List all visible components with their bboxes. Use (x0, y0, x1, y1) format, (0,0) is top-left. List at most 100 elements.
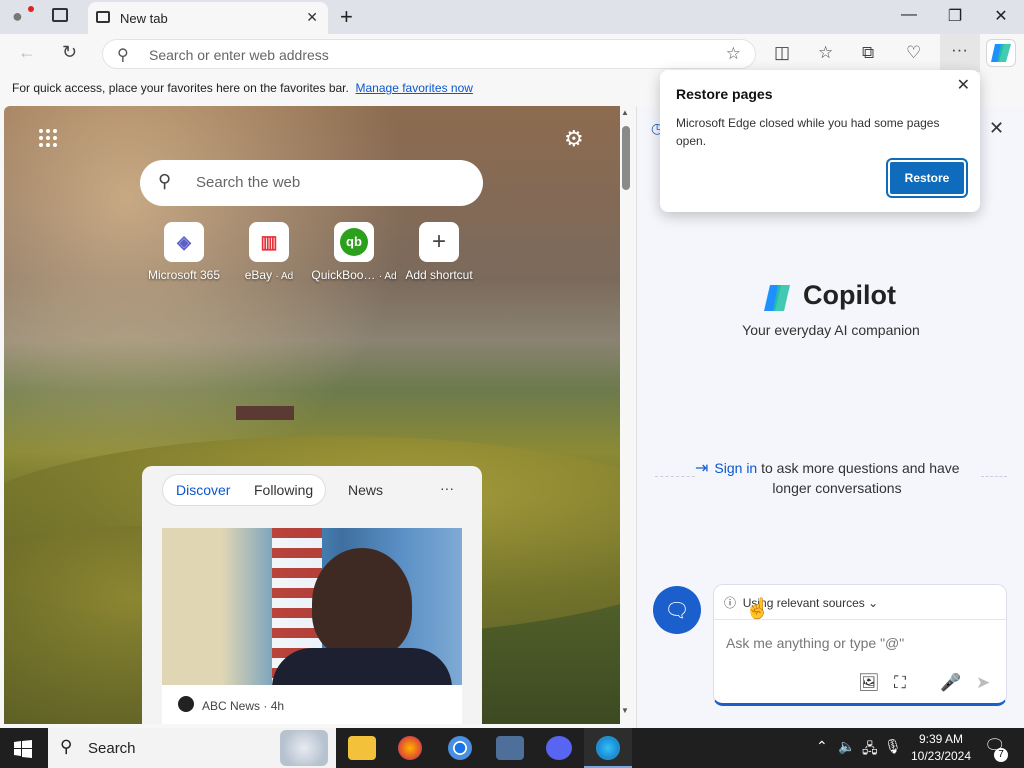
chevron-down-icon: ⌄ (868, 596, 879, 610)
manage-favorites-link[interactable]: Manage favorites now (356, 81, 473, 95)
add-image-icon[interactable]: 🖼 (858, 673, 880, 693)
edge-icon (596, 736, 620, 760)
news-time: · 4h (263, 699, 285, 713)
taskbar: ⚲ Search ⌃ 🔈 🖧 🎙 9:39 AM 10/23/2024 🗨 7 (0, 728, 1024, 768)
tab-title: New tab (120, 11, 168, 26)
tab-news[interactable]: News (348, 482, 383, 498)
favorites-bar-hint: For quick access, place your favorites h… (12, 81, 349, 95)
taskbar-clock[interactable]: 9:39 AM 10/23/2024 (906, 731, 976, 765)
terminal-icon[interactable] (496, 736, 524, 760)
app-launcher-icon[interactable] (38, 128, 58, 148)
speaker-icon[interactable]: 🔈 (838, 738, 855, 755)
news-card[interactable]: ABC News · 4h (162, 685, 462, 724)
chat-input[interactable]: Ask me anything or type "@" (726, 635, 904, 651)
microphone-icon[interactable]: 🎙 (884, 738, 902, 755)
tab-following[interactable]: Following (254, 482, 313, 498)
shortcut-add[interactable]: + Add shortcut (394, 222, 484, 282)
taskbar-search-box[interactable]: ⚲ Search (48, 728, 336, 768)
new-tab-button[interactable]: + (340, 4, 353, 30)
copilot-title: Copilot (803, 280, 896, 310)
shortcut-quickbooks[interactable]: qb QuickBoo… · Ad (309, 222, 399, 282)
restore-button[interactable]: Restore (886, 158, 968, 198)
ebay-icon: ▥ (249, 222, 289, 262)
copilot-icon (991, 44, 1011, 62)
browser-essentials-icon[interactable]: ♡ (906, 43, 921, 63)
file-explorer-icon[interactable] (348, 736, 376, 760)
copilot-button[interactable] (986, 39, 1016, 67)
profile-notification-dot (28, 6, 34, 12)
split-screen-icon[interactable]: ◫ (774, 43, 790, 63)
favorite-star-icon[interactable]: ☆ (726, 44, 741, 64)
chrome-icon[interactable] (448, 736, 472, 760)
shortcut-ebay[interactable]: ▥ eBay · Ad (224, 222, 314, 282)
background-house (236, 406, 294, 420)
popup-close-icon[interactable]: ✕ (957, 75, 970, 95)
firefox-icon[interactable] (398, 736, 422, 760)
quickbooks-icon: qb (334, 222, 374, 262)
windows-start-icon[interactable] (14, 740, 32, 758)
screenshot-icon[interactable]: ⛶ (894, 673, 906, 693)
popup-body: Microsoft Edge closed while you had some… (676, 116, 940, 148)
close-window-button[interactable]: ✕ (978, 6, 1024, 26)
shortcut-label: Microsoft 365 (147, 268, 221, 282)
tab-favicon-icon (96, 11, 110, 23)
notification-count-badge: 7 (994, 748, 1008, 762)
feed-more-button[interactable]: ··· (440, 480, 454, 496)
microsoft-365-glyph: ◈ (177, 231, 191, 252)
news-source: ABC News (202, 699, 261, 713)
new-tab-page: ⚙ ⚲ Search the web ◈ Microsoft 365 ▥ eBa… (4, 106, 620, 724)
toolbar: ← ↻ ⚲ Search or enter web address ☆ ◫ ☆ … (0, 34, 1024, 72)
ad-label: · Ad (275, 271, 294, 282)
discord-icon[interactable] (546, 736, 572, 760)
shortcut-label: Add shortcut (405, 268, 473, 282)
close-pane-icon[interactable]: ✕ (989, 118, 1004, 139)
refresh-button[interactable]: ↻ (62, 42, 77, 63)
collections-icon[interactable]: ⧉ (862, 43, 874, 63)
microphone-icon[interactable]: 🎤 (940, 673, 961, 693)
tab-discover[interactable]: Discover (176, 482, 230, 498)
quickbooks-glyph: qb (340, 228, 368, 256)
profile-icon[interactable]: ● (12, 6, 23, 27)
web-search-placeholder: Search the web (196, 174, 301, 191)
add-shortcut-glyph: + (431, 228, 446, 255)
copilot-logo-icon (764, 285, 790, 311)
clock-time: 9:39 AM (918, 732, 964, 746)
chevron-up-icon[interactable]: ⌃ (816, 738, 828, 755)
microsoft-365-icon: ◈ (164, 222, 204, 262)
tab-close-icon[interactable]: ✕ (306, 9, 318, 26)
search-icon: ⚲ (158, 171, 172, 191)
sign-in-prompt: to ask more questions and have longer co… (761, 460, 960, 496)
web-search-box[interactable]: ⚲ Search the web (140, 160, 483, 206)
search-icon: ⚲ (60, 737, 73, 756)
plus-icon: + (419, 222, 459, 262)
news-article-image[interactable] (162, 528, 462, 685)
news-feed-panel: Discover Following News ··· ABC News · 4… (142, 466, 482, 724)
back-button[interactable]: ← (18, 42, 36, 63)
restore-window-button[interactable]: ❐ (932, 6, 978, 26)
title-bar: ● New tab ✕ + — ❐ ✕ (0, 0, 1024, 34)
address-bar[interactable]: ⚲ Search or enter web address ☆ (102, 39, 756, 69)
tab-new-tab[interactable]: New tab ✕ (88, 2, 328, 34)
divider (981, 476, 1007, 477)
search-icon: ⚲ (117, 47, 129, 64)
sign-in-link[interactable]: Sign in (714, 460, 757, 476)
minimize-button[interactable]: — (886, 6, 932, 24)
shortcut-microsoft-365[interactable]: ◈ Microsoft 365 (139, 222, 229, 282)
tab-actions-icon[interactable] (52, 8, 68, 22)
send-icon[interactable]: ➤ (976, 673, 990, 693)
scrollbar-thumb[interactable] (622, 126, 630, 190)
new-topic-button[interactable]: 🗨 (653, 586, 701, 634)
shortcut-label: eBay (244, 268, 273, 282)
page-settings-gear-icon[interactable]: ⚙ (564, 126, 584, 152)
network-icon[interactable]: 🖧 (862, 738, 878, 762)
page-scrollbar[interactable]: ▲ ▼ (620, 106, 632, 724)
new-chat-icon: 🗨 (664, 599, 690, 622)
ebay-glyph: ▥ (260, 231, 278, 252)
divider (655, 476, 695, 477)
favorites-icon[interactable]: ☆ (818, 43, 833, 63)
scroll-up-arrow-icon[interactable]: ▲ (621, 108, 629, 117)
scroll-down-arrow-icon[interactable]: ▼ (621, 706, 629, 715)
search-highlight-image (280, 730, 328, 766)
person-image (312, 548, 412, 658)
popup-title: Restore pages (676, 86, 773, 102)
